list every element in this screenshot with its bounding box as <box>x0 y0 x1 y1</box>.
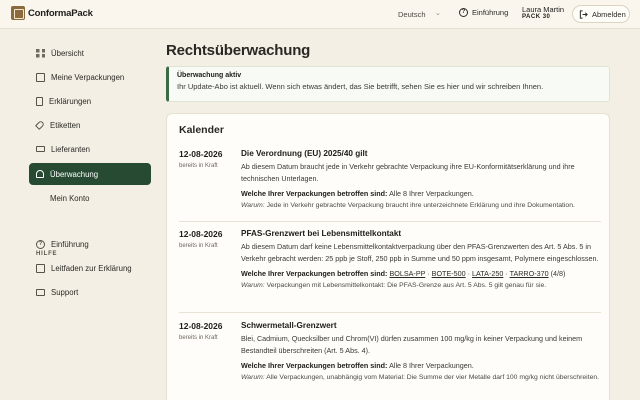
entry-date: 12-08-2026 <box>179 149 223 159</box>
packaging-link[interactable]: LATA-250 <box>472 269 503 278</box>
sidebar-item-guide[interactable]: Leitfaden zur Erklärung <box>29 257 151 279</box>
sidebar-item-label: Übersicht <box>51 48 84 58</box>
divider <box>179 221 601 222</box>
affected-value: Alle 8 Ihrer Verpackungen. <box>389 361 474 370</box>
entry-body: Die Verordnung (EU) 2025/40 gilt Ab dies… <box>241 149 601 212</box>
sidebar-item-monitoring[interactable]: Überwachung <box>29 163 151 185</box>
mail-icon <box>36 288 45 296</box>
packaging-link[interactable]: BOLSA-PP <box>389 269 425 278</box>
user-name: Laura Martin <box>522 5 565 14</box>
document-icon <box>36 96 43 106</box>
entry-affected: Welche Ihrer Verpackungen betroffen sind… <box>241 189 601 198</box>
entry-affected: Welche Ihrer Verpackungen betroffen sind… <box>241 361 601 370</box>
intro-button[interactable]: ? Einführung <box>459 8 508 17</box>
bell-icon <box>36 170 44 178</box>
entry-why: Warum: Jede in Verkehr gebrachte Verpack… <box>241 201 601 212</box>
page-title: Rechtsüberwachung <box>166 42 311 59</box>
sidebar-item-label: Support <box>51 287 79 297</box>
sidebar-item-label: Lieferanten <box>51 144 91 154</box>
alert-text: Ihr Update-Abo ist aktuell. Wenn sich et… <box>177 82 544 91</box>
sidebar-item-label: Einführung <box>51 239 89 249</box>
sidebar-item-introduction[interactable]: ? Einführung <box>29 233 151 255</box>
sidebar-item-label: Etiketten <box>50 120 81 130</box>
affected-label: Welche Ihrer Verpackungen betroffen sind… <box>241 189 388 198</box>
logout-button[interactable]: Abmelden <box>572 5 630 23</box>
truck-icon <box>36 146 45 152</box>
entry-status: bereits in Kraft <box>179 243 218 249</box>
top-bar: ConformaPack Deutsch ⌄ ? Einführung Laur… <box>0 0 640 29</box>
help-circle-icon: ? <box>36 239 45 249</box>
logo-text: ConformaPack <box>28 7 93 19</box>
sidebar-item-packagings[interactable]: Meine Verpackungen <box>29 66 151 88</box>
packaging-link[interactable]: TARRO-370 <box>510 269 549 278</box>
affected-value: Alle 8 Ihrer Verpackungen. <box>389 189 474 198</box>
entry-date: 12-08-2026 <box>179 321 223 331</box>
language-select[interactable]: Deutsch <box>398 10 426 19</box>
calendar-title: Kalender <box>179 124 224 136</box>
chevron-down-icon[interactable]: ⌄ <box>435 9 441 17</box>
entry-body: PFAS-Grenzwert bei Lebensmittelkontakt A… <box>241 229 601 292</box>
sidebar-item-suppliers[interactable]: Lieferanten <box>29 138 151 160</box>
sidebar-item-support[interactable]: Support <box>29 281 151 303</box>
entry-title: Schwermetall-Grenzwert <box>241 321 337 330</box>
sidebar-item-label: Meine Verpackungen <box>51 72 125 82</box>
tag-icon <box>35 120 45 130</box>
sidebar-item-declarations[interactable]: Erklärungen <box>29 90 151 112</box>
user-pack: PACK 30 <box>522 14 551 21</box>
divider <box>179 312 601 313</box>
alert-title: Überwachung aktiv <box>177 72 242 79</box>
logout-icon <box>579 9 588 19</box>
book-icon <box>36 263 45 273</box>
sidebar-item-overview[interactable]: Übersicht <box>29 42 151 64</box>
sidebar-item-label: Leitfaden zur Erklärung <box>51 263 132 273</box>
entry-status: bereits in Kraft <box>179 163 218 169</box>
entry-date: 12-08-2026 <box>179 229 223 239</box>
entry-title: Die Verordnung (EU) 2025/40 gilt <box>241 149 368 158</box>
sidebar: Übersicht Meine Verpackungen Erklärungen… <box>0 30 566 400</box>
affected-count: (4/8) <box>550 269 566 278</box>
why-text: Jede in Verkehr gebrachte Verpackung bra… <box>266 202 575 209</box>
entry-why: Warum: Alle Verpackungen, unabhängig vom… <box>241 373 601 384</box>
why-label: Warum: <box>241 282 265 289</box>
logout-label: Abmelden <box>592 9 626 19</box>
grid-icon <box>36 48 45 58</box>
sidebar-item-label: Erklärungen <box>49 96 92 106</box>
why-text: Verpackungen mit Lebensmittelkontakt: Di… <box>266 282 547 289</box>
status-alert: Überwachung aktiv Ihr Update-Abo ist akt… <box>166 66 610 102</box>
affected-label: Welche Ihrer Verpackungen betroffen sind… <box>241 361 388 370</box>
why-text: Alle Verpackungen, unabhängig vom Materi… <box>266 374 600 381</box>
entry-title: PFAS-Grenzwert bei Lebensmittelkontakt <box>241 229 402 238</box>
user-info: Laura Martin PACK 30 <box>522 5 565 21</box>
entry-description: Ab diesem Datum braucht jede in Verkehr … <box>241 162 575 183</box>
calendar-card: Kalender 12-08-2026 bereits in Kraft Die… <box>166 113 610 400</box>
sidebar-item-labels[interactable]: Etiketten <box>29 114 151 136</box>
why-label: Warum: <box>241 374 265 381</box>
packaging-link[interactable]: BOTE-500 <box>432 269 466 278</box>
logo[interactable]: ConformaPack <box>11 6 93 20</box>
help-circle-icon: ? <box>459 8 468 17</box>
entry-status: bereits in Kraft <box>179 335 218 341</box>
entry-why: Warum: Verpackungen mit Lebensmittelkont… <box>241 281 601 292</box>
sidebar-item-label: Überwachung <box>50 169 99 179</box>
logo-box-icon <box>11 6 25 20</box>
sidebar-item-account[interactable]: Mein Konto <box>29 187 566 209</box>
entry-affected: Welche Ihrer Verpackungen betroffen sind… <box>241 269 566 278</box>
affected-label: Welche Ihrer Verpackungen betroffen sind… <box>241 269 388 278</box>
entry-description: Ab diesem Datum darf keine Lebensmittelk… <box>241 242 599 263</box>
sidebar-item-label: Mein Konto <box>50 193 90 203</box>
entry-body: Schwermetall-Grenzwert Blei, Cadmium, Qu… <box>241 321 601 384</box>
why-label: Warum: <box>241 202 265 209</box>
intro-label: Einführung <box>472 8 509 17</box>
box-icon <box>36 72 45 82</box>
entry-description: Blei, Cadmium, Quecksilber und Chrom(VI)… <box>241 334 583 355</box>
